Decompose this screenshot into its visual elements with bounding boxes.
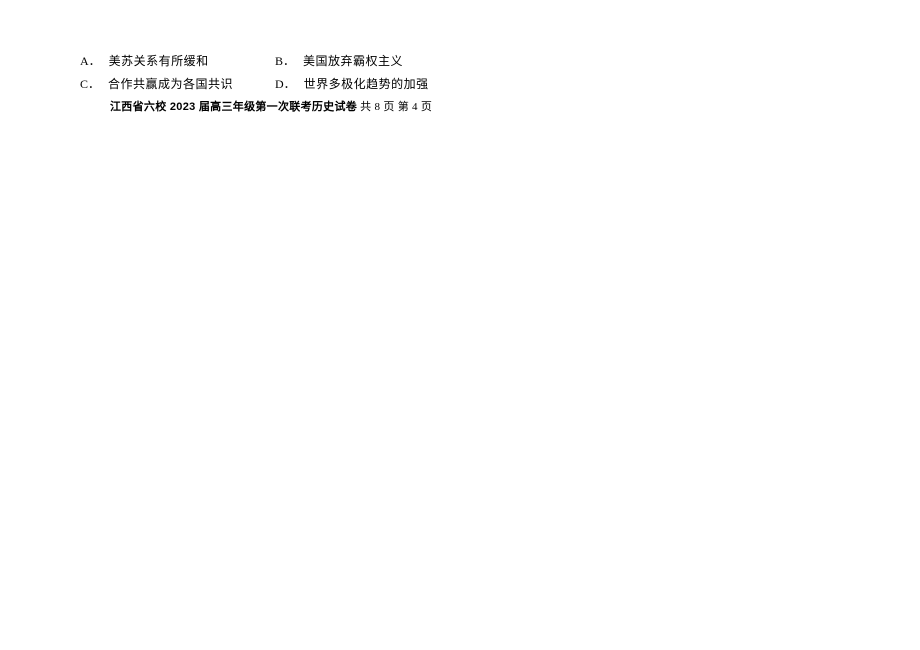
option-c-text: 合作共赢成为各国共识 bbox=[108, 75, 233, 92]
page-footer: 江西省六校 2023 届高三年级第一次联考历史试卷 共 8 页 第 4 页 bbox=[80, 98, 560, 114]
option-d: D． 世界多极化趋势的加强 bbox=[275, 75, 560, 92]
option-a: A． 美苏关系有所缓和 bbox=[80, 52, 275, 69]
option-b-text: 美国放弃霸权主义 bbox=[303, 52, 403, 69]
option-a-text: 美苏关系有所缓和 bbox=[109, 52, 209, 69]
option-c: C． 合作共赢成为各国共识 bbox=[80, 75, 275, 92]
options-row-2: C． 合作共赢成为各国共识 D． 世界多极化趋势的加强 bbox=[80, 75, 560, 92]
option-d-text: 世界多极化趋势的加强 bbox=[304, 75, 429, 92]
option-d-label: D． bbox=[275, 75, 296, 92]
footer-pages: 共 8 页 第 4 页 bbox=[360, 101, 432, 113]
option-c-label: C． bbox=[80, 75, 100, 92]
footer-title: 江西省六校 2023 届高三年级第一次联考历史试卷 bbox=[110, 101, 357, 113]
options-row-1: A． 美苏关系有所缓和 B． 美国放弃霸权主义 bbox=[80, 52, 560, 69]
option-b-label: B． bbox=[275, 52, 295, 69]
option-b: B． 美国放弃霸权主义 bbox=[275, 52, 560, 69]
option-a-label: A． bbox=[80, 52, 101, 69]
question-options-block: A． 美苏关系有所缓和 B． 美国放弃霸权主义 C． 合作共赢成为各国共识 D．… bbox=[80, 52, 560, 114]
